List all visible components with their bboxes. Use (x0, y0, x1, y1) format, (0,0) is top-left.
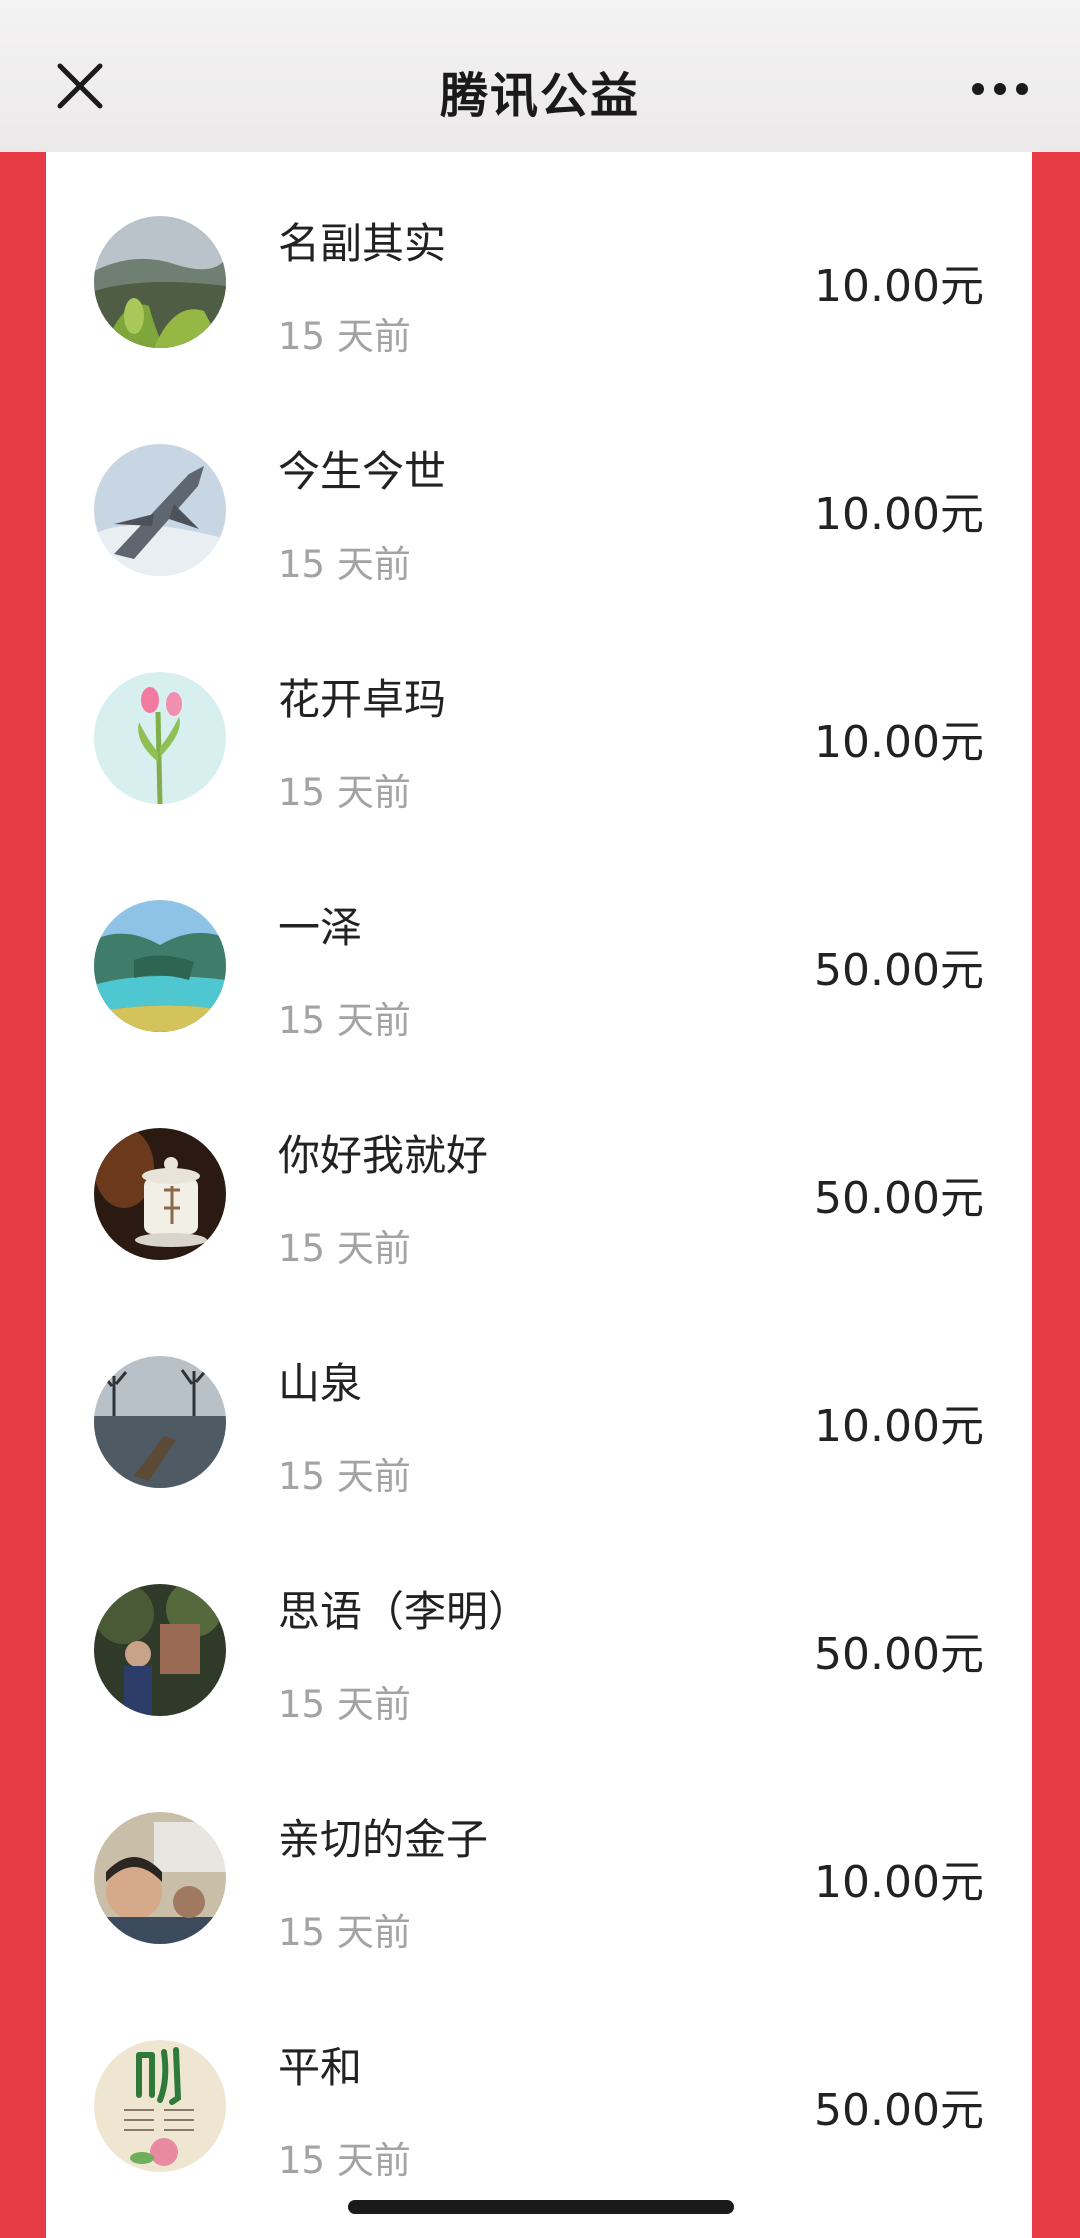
donation-amount: 10.00元 (814, 1857, 984, 1908)
donor-row[interactable]: 亲切的金子 15 天前 10.00元 (46, 1748, 1032, 1976)
donation-amount: 10.00元 (814, 261, 984, 312)
donor-row[interactable]: 你好我就好 15 天前 50.00元 (46, 1064, 1032, 1292)
donor-row[interactable]: 今生今世 15 天前 10.00元 (46, 380, 1032, 608)
tea-cup-avatar (94, 1128, 226, 1260)
donor-name: 花开卓玛 (278, 675, 447, 724)
tulip-avatar (94, 672, 226, 804)
forest-person-avatar (94, 1584, 226, 1716)
donor-row[interactable]: 花开卓玛 15 天前 10.00元 (46, 608, 1032, 836)
donation-time: 15 天前 (278, 771, 411, 814)
donation-amount: 10.00元 (814, 717, 984, 768)
donation-amount: 50.00元 (814, 1629, 984, 1680)
calligraphy-avatar (94, 2040, 226, 2172)
home-indicator[interactable] (348, 2200, 734, 2214)
donation-amount: 50.00元 (814, 1173, 984, 1224)
donor-row[interactable]: 一泽 15 天前 50.00元 (46, 836, 1032, 1064)
donor-name: 思语（李明） (278, 1587, 531, 1636)
donation-amount: 10.00元 (814, 489, 984, 540)
donor-name: 山泉 (278, 1359, 363, 1408)
donation-time: 15 天前 (278, 1455, 411, 1498)
page-title: 腾讯公益 (439, 68, 640, 124)
donor-name: 名副其实 (278, 219, 447, 268)
tea-hills-avatar (94, 216, 226, 348)
donation-amount: 10.00元 (814, 1401, 984, 1452)
donor-row[interactable]: 山泉 15 天前 10.00元 (46, 1292, 1032, 1520)
donation-time: 15 天前 (278, 2139, 411, 2182)
donor-row[interactable]: 名副其实 15 天前 10.00元 (46, 152, 1032, 380)
donation-time: 15 天前 (278, 1227, 411, 1270)
donation-time: 15 天前 (278, 1683, 411, 1726)
jet-avatar (94, 444, 226, 576)
donor-row[interactable]: 平和 15 天前 50.00元 (46, 1976, 1032, 2204)
river-gorge-avatar (94, 900, 226, 1032)
donor-name: 一泽 (278, 903, 363, 952)
lake-boat-avatar (94, 1356, 226, 1488)
donation-time: 15 天前 (278, 543, 411, 586)
donor-name: 亲切的金子 (278, 1815, 489, 1864)
donor-name: 今生今世 (278, 447, 447, 496)
donation-time: 15 天前 (278, 1911, 411, 1954)
donor-name: 平和 (278, 2043, 363, 2092)
donation-amount: 50.00元 (814, 2085, 984, 2136)
donation-time: 15 天前 (278, 999, 411, 1042)
donor-list: 名副其实 15 天前 10.00元 今生今世 15 天前 10.00元 花开卓玛… (46, 152, 1032, 2238)
child-avatar (94, 1812, 226, 1944)
donation-time: 15 天前 (278, 315, 411, 358)
donor-row[interactable]: 思语（李明） 15 天前 50.00元 (46, 1520, 1032, 1748)
donor-name: 你好我就好 (278, 1131, 489, 1180)
more-options-icon[interactable] (972, 76, 1028, 102)
top-navigation-bar: 腾讯公益 (0, 0, 1080, 152)
donation-amount: 50.00元 (814, 945, 984, 996)
